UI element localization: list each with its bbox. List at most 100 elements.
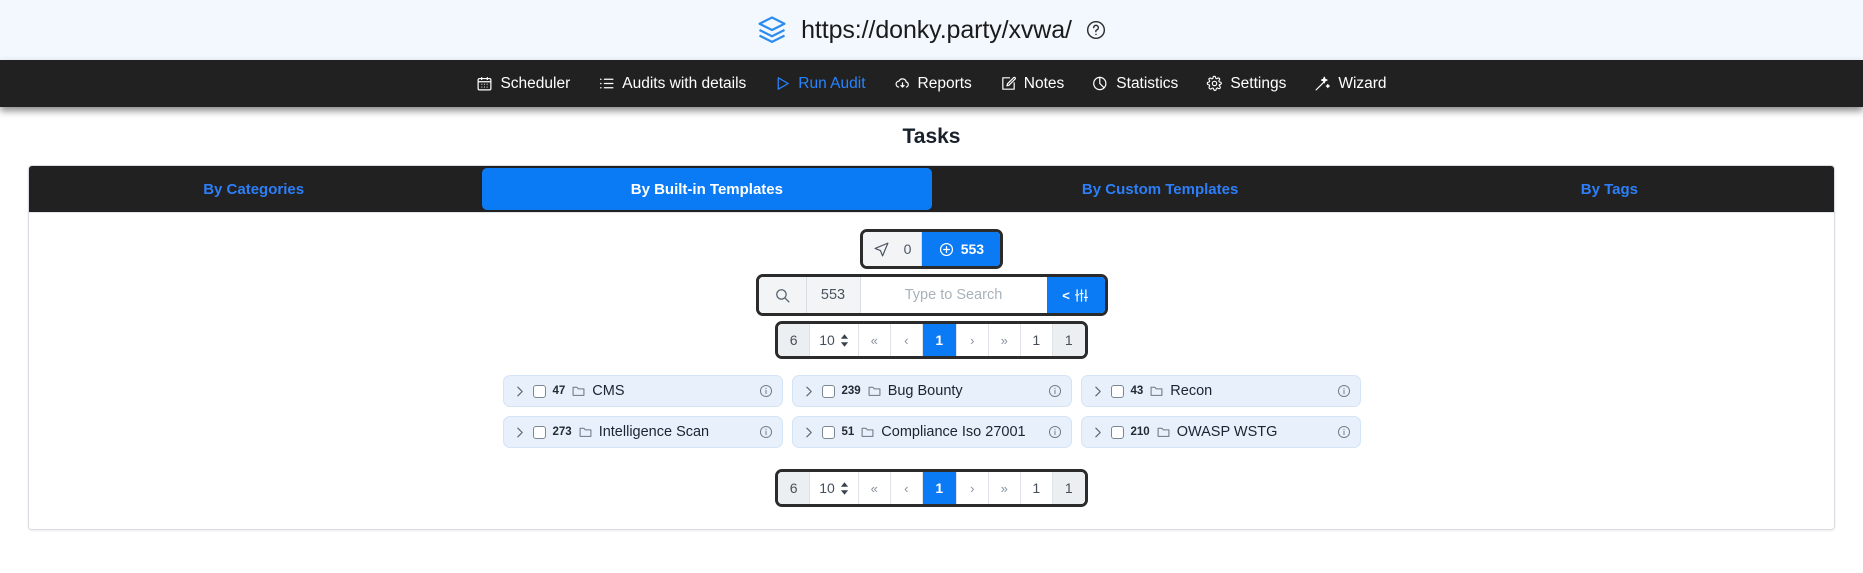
tab-by-built-in-templates[interactable]: By Built-in Templates xyxy=(482,168,932,210)
search-icon-cell[interactable] xyxy=(758,277,807,313)
filter-collapse-label: < xyxy=(1062,287,1070,303)
queued-count: 0 xyxy=(903,241,912,257)
nav-item-audits-with-details[interactable]: Audits with details xyxy=(584,75,760,93)
plus-circle-icon xyxy=(939,242,954,257)
total-count: 553 xyxy=(960,241,985,257)
list-item[interactable]: 43 Recon xyxy=(1080,375,1361,407)
template-list: 47 CMS 239 Bug Bounty 43 Recon 273 Intel… xyxy=(29,375,1834,448)
nav-label: Statistics xyxy=(1116,74,1179,92)
pagination-top-row: 6 10 « ‹ 1 › » 1 1 xyxy=(29,316,1834,359)
nav-item-wizard[interactable]: Wizard xyxy=(1300,75,1400,93)
item-label: Bug Bounty xyxy=(887,383,963,399)
calendar-icon xyxy=(476,75,493,92)
item-checkbox[interactable] xyxy=(821,384,835,398)
info-circle-icon[interactable] xyxy=(759,384,773,398)
pagination-tail-value: 1 xyxy=(1052,324,1085,356)
tab-by-categories[interactable]: By Categories xyxy=(29,166,478,212)
info-circle-icon[interactable] xyxy=(1048,384,1062,398)
item-checkbox[interactable] xyxy=(532,425,546,439)
list-item[interactable]: 47 CMS xyxy=(502,375,783,407)
pagination-next[interactable]: › xyxy=(956,472,989,504)
chevron-right-icon[interactable] xyxy=(513,426,526,439)
pagination-jump-input[interactable]: 1 xyxy=(1020,472,1053,504)
pagination-current-page[interactable]: 1 xyxy=(922,324,957,356)
help-circle-icon[interactable] xyxy=(1086,20,1106,40)
pagination-first[interactable]: « xyxy=(858,472,891,504)
list-item[interactable]: 210 OWASP WSTG xyxy=(1080,416,1361,448)
pagination-current-page[interactable]: 1 xyxy=(922,472,957,504)
chevron-right-icon[interactable] xyxy=(1091,385,1104,398)
tab-label: By Categories xyxy=(203,180,305,198)
item-count: 273 xyxy=(552,426,572,438)
item-label: Recon xyxy=(1170,383,1213,399)
info-circle-icon[interactable] xyxy=(1337,425,1351,439)
url-text: https://donky.party/xvwa/ xyxy=(801,15,1072,44)
chevron-right-icon[interactable] xyxy=(802,426,815,439)
pagination-bottom: 6 10 « ‹ 1 › » 1 1 xyxy=(775,469,1088,507)
chevron-updown-icon xyxy=(840,333,849,347)
list-details-icon xyxy=(598,75,615,92)
nav-item-scheduler[interactable]: Scheduler xyxy=(462,75,584,93)
folder-icon xyxy=(861,426,874,438)
nav-item-reports[interactable]: Reports xyxy=(880,75,986,93)
search-icon xyxy=(774,287,791,304)
page-title: Tasks xyxy=(902,125,961,148)
chevron-right-icon[interactable] xyxy=(1091,426,1104,439)
nav-item-statistics[interactable]: Statistics xyxy=(1078,75,1192,93)
pagination-prev[interactable]: ‹ xyxy=(890,324,923,356)
item-count: 210 xyxy=(1130,426,1150,438)
cloud-download-icon xyxy=(894,75,911,92)
list-item[interactable]: 239 Bug Bounty xyxy=(791,375,1072,407)
chevron-right-icon[interactable] xyxy=(802,385,815,398)
queued-counter[interactable]: 0 xyxy=(862,232,923,266)
gear-icon xyxy=(1206,75,1223,92)
pagination-jump-input[interactable]: 1 xyxy=(1020,324,1053,356)
play-triangle-icon xyxy=(774,75,791,92)
pie-chart-icon xyxy=(1092,75,1109,92)
pagination-prev[interactable]: ‹ xyxy=(890,472,923,504)
pagination-tail-value: 1 xyxy=(1052,472,1085,504)
pagination-last[interactable]: » xyxy=(988,472,1021,504)
folder-icon xyxy=(1150,385,1163,397)
layers-icon xyxy=(757,15,787,45)
nav-label: Audits with details xyxy=(622,74,747,92)
list-item[interactable]: 51 Compliance Iso 27001 xyxy=(791,416,1072,448)
pagination-last[interactable]: » xyxy=(988,324,1021,356)
item-count: 47 xyxy=(552,385,566,397)
page-size-select[interactable]: 10 xyxy=(810,472,859,504)
search-input[interactable] xyxy=(860,277,1047,313)
pagination-top: 6 10 « ‹ 1 › » 1 1 xyxy=(775,321,1088,359)
nav-label: Notes xyxy=(1023,74,1065,92)
item-checkbox[interactable] xyxy=(1110,425,1124,439)
search-group: 553 < xyxy=(755,274,1108,316)
item-checkbox[interactable] xyxy=(532,384,546,398)
list-item[interactable]: 273 Intelligence Scan xyxy=(502,416,783,448)
send-arrow-icon xyxy=(873,241,890,258)
tasks-panel: 0 553 553 Type to Search < 6 10 « ‹ 1 › … xyxy=(29,212,1834,529)
url-header: https://donky.party/xvwa/ xyxy=(0,0,1863,60)
tab-label: By Built-in Templates xyxy=(630,180,783,198)
info-circle-icon[interactable] xyxy=(759,425,773,439)
pagination-first[interactable]: « xyxy=(858,324,891,356)
nav-item-run-audit[interactable]: Run Audit xyxy=(760,75,879,93)
nav-item-settings[interactable]: Settings xyxy=(1192,75,1300,93)
tasks-card: By Categories By Built-in Templates By C… xyxy=(28,165,1835,530)
nav-label: Settings xyxy=(1230,74,1287,92)
tab-by-tags[interactable]: By Tags xyxy=(1385,166,1834,212)
item-checkbox[interactable] xyxy=(1110,384,1124,398)
item-checkbox[interactable] xyxy=(821,425,835,439)
info-circle-icon[interactable] xyxy=(1048,425,1062,439)
tab-by-custom-templates[interactable]: By Custom Templates xyxy=(936,166,1385,212)
info-circle-icon[interactable] xyxy=(1337,384,1351,398)
pagination-next[interactable]: › xyxy=(956,324,989,356)
item-label: Compliance Iso 27001 xyxy=(881,424,1026,440)
page-size-select[interactable]: 10 xyxy=(810,324,859,356)
filter-toggle-button[interactable]: < xyxy=(1046,277,1105,313)
folder-icon xyxy=(868,385,881,397)
nav-label: Reports xyxy=(917,74,972,92)
nav-item-notes[interactable]: Notes xyxy=(986,75,1079,93)
chevron-right-icon[interactable] xyxy=(513,385,526,398)
pagination-total-pages: 6 xyxy=(778,324,811,356)
item-label: Intelligence Scan xyxy=(598,424,710,440)
total-counter[interactable]: 553 xyxy=(922,232,1001,266)
